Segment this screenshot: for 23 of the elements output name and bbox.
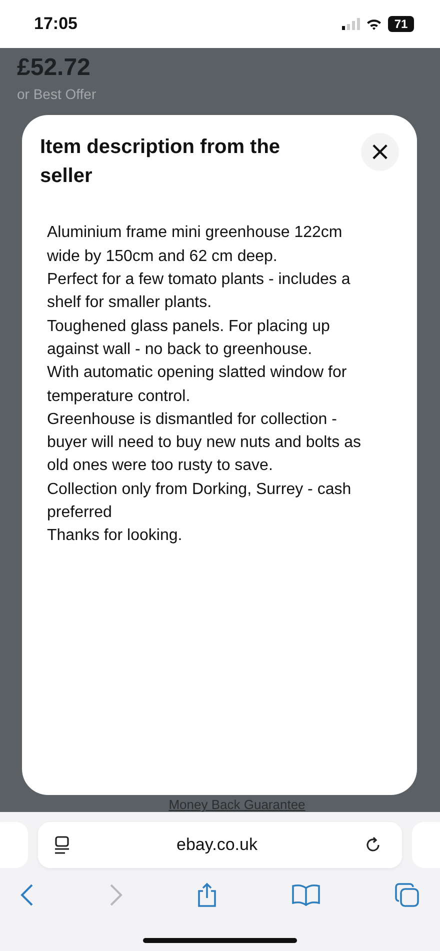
share-button[interactable]	[197, 882, 217, 908]
bookmarks-button[interactable]	[292, 882, 320, 908]
description-text: Toughened glass panels. For placing up against wall - no back to greenhouse.	[47, 316, 331, 360]
description-text: Collection only from Dorking, Surrey - cash preferred	[47, 480, 352, 524]
dialog-title: Item description from the seller	[40, 135, 282, 190]
reader-icon[interactable]	[54, 836, 70, 854]
signal-icon	[342, 18, 360, 30]
description-text: Perfect for a few tomato plants - includes a shelf for smaller plants.	[47, 270, 352, 314]
wifi-icon	[366, 18, 382, 30]
tabs-button[interactable]	[394, 882, 420, 908]
address-bar[interactable]: ebay.co.uk	[38, 822, 402, 868]
url-text: ebay.co.uk	[176, 835, 258, 856]
reload-icon[interactable]	[364, 836, 382, 854]
description-text: With automatic opening slatted window for temperature control.	[47, 363, 348, 407]
description-text: Aluminium frame mini greenhouse 122cm wide by 150cm and 62 cm deep.	[47, 223, 344, 267]
description-text: Thanks for looking.	[47, 526, 184, 546]
battery-icon: 71	[388, 16, 414, 32]
price: £52.72	[16, 54, 92, 82]
close-button[interactable]: ×	[361, 133, 399, 172]
offer-label: or Best Offer	[16, 86, 98, 102]
back-button[interactable]	[20, 882, 34, 908]
description-text: Greenhouse is dismantled for collection - buyer will need to buy new nuts and bolts as old ones were too rusty to save.	[47, 410, 362, 476]
status-time: 17:05	[34, 14, 78, 34]
